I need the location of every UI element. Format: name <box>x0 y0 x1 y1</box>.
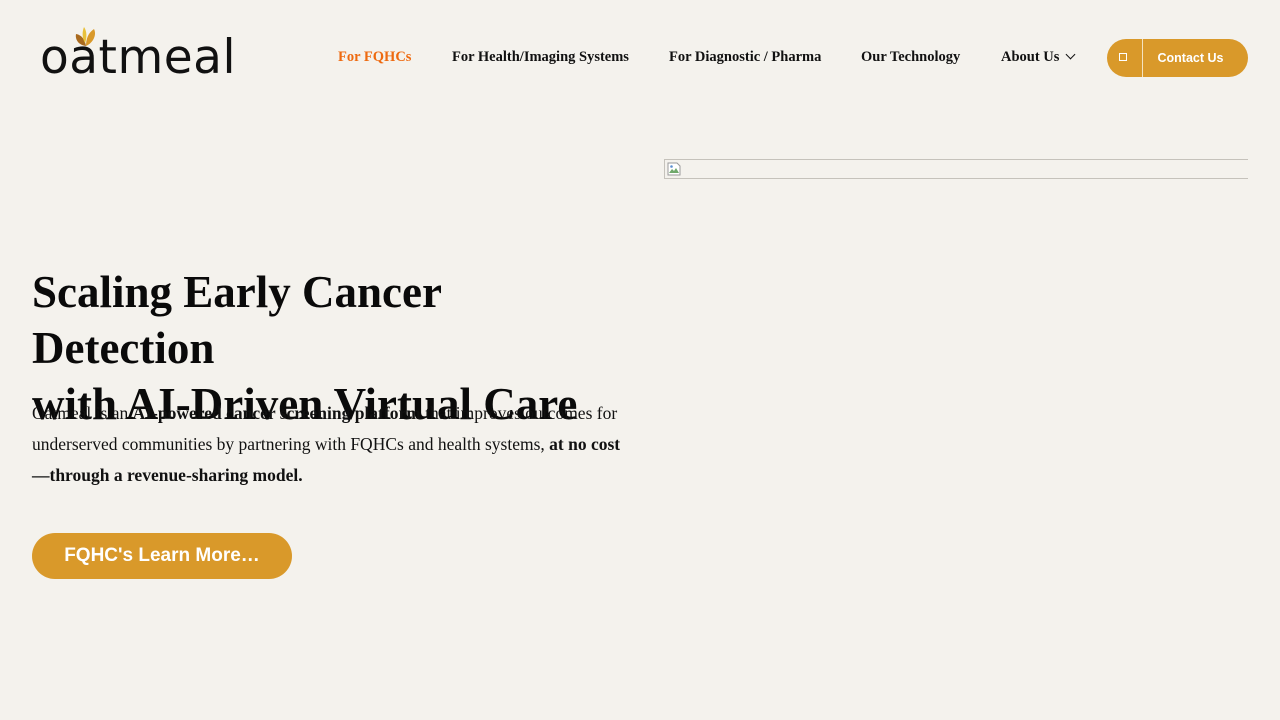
fqhc-learn-more-button[interactable]: FQHC's Learn More… <box>32 533 292 579</box>
nav-item-for-fqhcs[interactable]: For FQHCs <box>338 46 411 68</box>
nav-item-our-technology[interactable]: Our Technology <box>861 46 960 68</box>
hero-image <box>664 159 1248 179</box>
logo-wordmark: oatmeal <box>40 30 237 85</box>
square-icon <box>1119 53 1127 61</box>
nav-item-label: About Us <box>1001 49 1060 65</box>
nav-item-label: For Diagnostic / Pharma <box>669 49 822 65</box>
broken-image-icon <box>667 162 681 176</box>
chevron-down-icon <box>1065 49 1076 60</box>
brand-logo[interactable]: oatmeal <box>40 26 236 81</box>
nav-item-about-us[interactable]: About Us <box>1001 46 1076 68</box>
hero-title-line-1: Scaling Early Cancer Detection <box>32 267 442 373</box>
hero-desc-part-1: Oatmeal is an <box>32 403 133 423</box>
nav-item-label: Our Technology <box>861 49 961 65</box>
nav-item-diagnostic-pharma[interactable]: For Diagnostic / Pharma <box>669 46 821 68</box>
nav-item-label: For Health/Imaging Systems <box>452 49 629 65</box>
nav-item-health-imaging-systems[interactable]: For Health/Imaging Systems <box>452 46 629 68</box>
contact-us-button[interactable]: Contact Us <box>1107 39 1248 77</box>
nav-item-label: For FQHCs <box>338 49 412 65</box>
contact-icon-segment[interactable] <box>1107 39 1143 77</box>
contact-us-label: Contact Us <box>1157 51 1224 65</box>
hero-desc-bold-1: AI-powered cancer screening platform <box>132 403 421 423</box>
hero-description: Oatmeal is an AI-powered cancer screenin… <box>32 398 632 491</box>
